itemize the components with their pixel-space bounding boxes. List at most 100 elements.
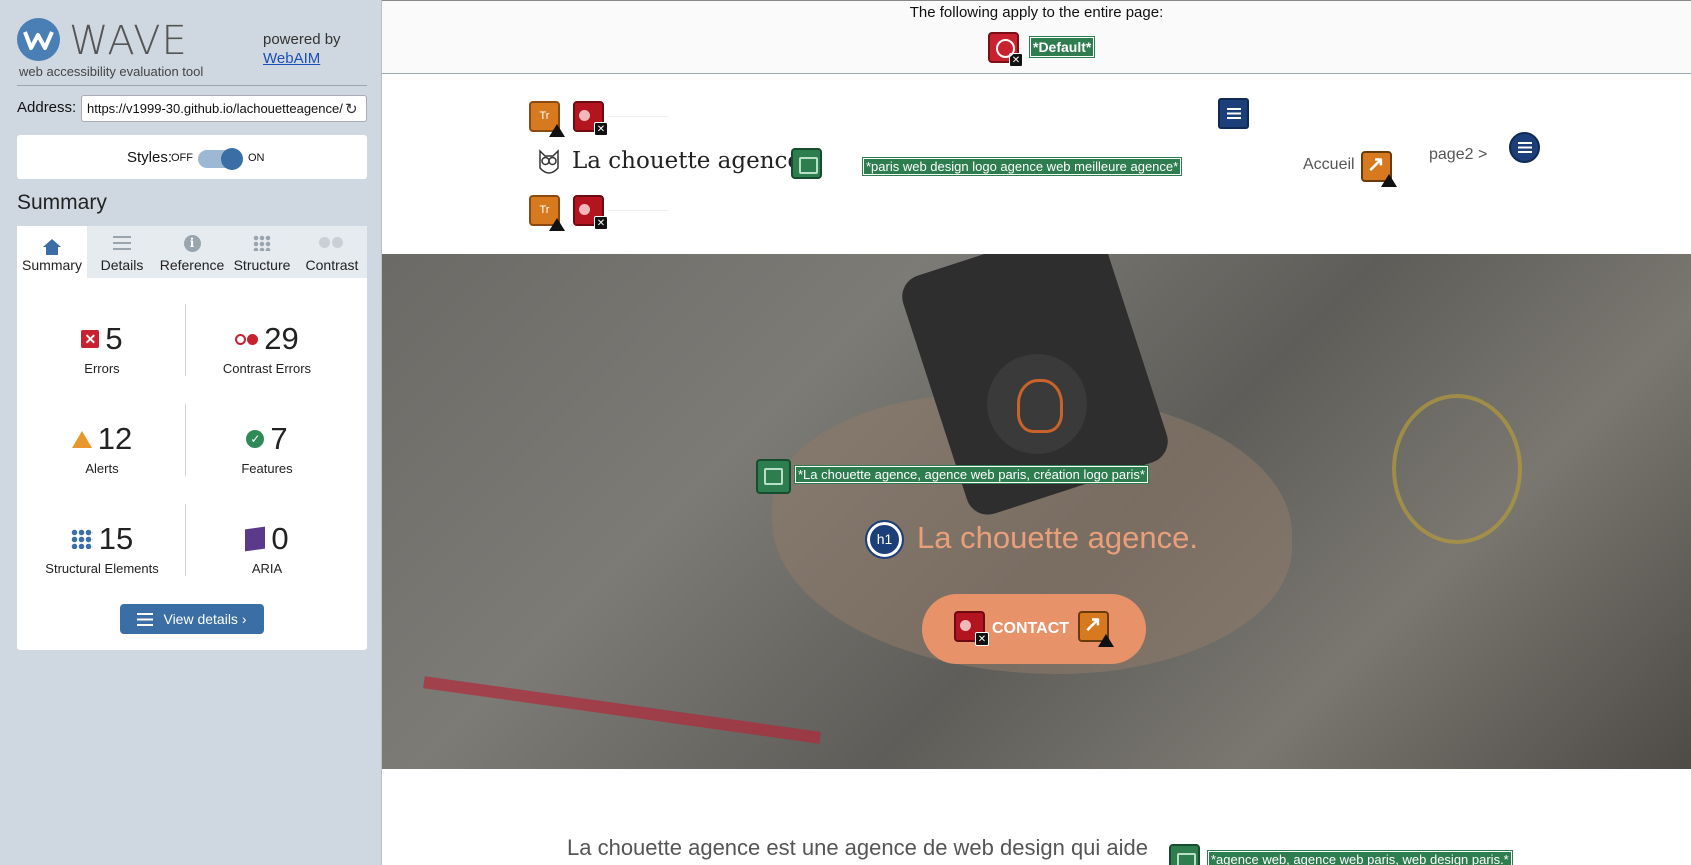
error-x-icon: ✕ bbox=[975, 632, 989, 646]
error-x-icon: ✕ bbox=[594, 122, 608, 136]
error-x-icon: ✕ bbox=[594, 216, 608, 230]
features-count: 7 bbox=[270, 421, 288, 456]
error-icon: ✕ bbox=[81, 330, 100, 348]
linked-image-feature-icon[interactable] bbox=[791, 148, 822, 179]
nav-home-link[interactable]: Accueil bbox=[1303, 156, 1355, 174]
structure-icon bbox=[70, 529, 93, 549]
alert-icon bbox=[71, 430, 92, 448]
tab-details[interactable]: Details bbox=[87, 226, 157, 278]
address-label: Address: bbox=[17, 99, 77, 116]
image-feature-icon[interactable] bbox=[1169, 844, 1200, 865]
stat-contrast: 29 Contrast Errors bbox=[182, 321, 352, 376]
tab-contrast[interactable]: Contrast bbox=[297, 226, 367, 278]
home-icon bbox=[43, 239, 61, 255]
contrast-error-icon[interactable]: ✕ bbox=[573, 101, 608, 136]
stat-features: ✓ 7 Features bbox=[182, 421, 352, 476]
styles-label: Styles: bbox=[127, 149, 173, 166]
evaluated-page: The following apply to the entire page: … bbox=[382, 0, 1691, 865]
tab-label: Structure bbox=[233, 257, 291, 273]
navigation-structure-icon[interactable] bbox=[1218, 98, 1249, 129]
contrast-error-icon bbox=[235, 333, 259, 345]
error-x-icon: ✕ bbox=[1009, 53, 1023, 67]
info-icon: i bbox=[183, 234, 201, 252]
list-structure-icon[interactable] bbox=[1509, 132, 1540, 163]
body-alt-text: *agence web, agence web paris, web desig… bbox=[1207, 850, 1513, 865]
contrast-error-icon[interactable]: ✕ bbox=[573, 195, 608, 230]
warning-icon bbox=[549, 218, 565, 231]
intro-paragraph: La chouette agence est une agence de web… bbox=[567, 835, 1149, 860]
styles-toggle[interactable] bbox=[198, 148, 243, 170]
summary-panel: Summary Details i Reference Structure Co… bbox=[17, 226, 367, 650]
contrast-error-icon[interactable]: ✕ bbox=[954, 611, 989, 646]
view-details-button[interactable]: View details › bbox=[120, 604, 264, 634]
tab-label: Summary bbox=[22, 257, 82, 273]
aria-icon bbox=[245, 526, 266, 552]
wave-sidebar: WAVE web accessibility evaluation tool p… bbox=[0, 0, 382, 865]
tab-label: Reference bbox=[159, 257, 225, 273]
brand-tagline: web accessibility evaluation tool bbox=[19, 64, 204, 79]
hero-pencil bbox=[423, 676, 821, 744]
warning-icon bbox=[1381, 174, 1397, 187]
nav-page2-link[interactable]: page2 > bbox=[1429, 146, 1487, 164]
contrast-label: Contrast Errors bbox=[222, 361, 312, 376]
stat-structure: 15 Structural Elements bbox=[17, 521, 187, 576]
warning-icon bbox=[1098, 634, 1114, 647]
alerts-label: Alerts bbox=[85, 461, 119, 476]
wave-brand: WAVE web accessibility evaluation tool p… bbox=[17, 16, 367, 86]
styles-off-label: OFF bbox=[171, 152, 193, 164]
list-icon bbox=[137, 612, 154, 626]
hero-alt-text: *La chouette agence, agence web paris, c… bbox=[794, 465, 1149, 484]
h1-structure-badge[interactable]: h1 bbox=[865, 520, 904, 559]
feature-check-icon: ✓ bbox=[246, 430, 265, 448]
link-alert-icon[interactable] bbox=[1361, 151, 1397, 187]
list-icon bbox=[113, 236, 131, 250]
tab-reference[interactable]: i Reference bbox=[157, 226, 227, 278]
brand-name: WAVE bbox=[69, 18, 188, 64]
styles-on-label: ON bbox=[248, 152, 265, 164]
styles-toggle-box: Styles: OFF ON bbox=[17, 135, 367, 179]
powered-by: powered by WebAIM bbox=[263, 30, 341, 68]
panel-tabs: Summary Details i Reference Structure Co… bbox=[17, 226, 367, 278]
tab-structure[interactable]: Structure bbox=[227, 226, 297, 278]
features-label: Features bbox=[241, 461, 293, 476]
errors-label: Errors bbox=[84, 361, 120, 376]
logo-alt-text: *paris web design logo agence web meille… bbox=[861, 157, 1183, 176]
reload-icon[interactable]: ↻ bbox=[345, 100, 358, 118]
view-details-label: View details › bbox=[163, 611, 247, 627]
alerts-count: 12 bbox=[97, 421, 133, 456]
stat-aria: 0 ARIA bbox=[182, 521, 352, 576]
structure-count: 15 bbox=[98, 521, 134, 556]
contact-button[interactable]: ✕ CONTACT bbox=[922, 594, 1146, 664]
language-error-icon[interactable]: ✕ bbox=[988, 32, 1023, 67]
contrast-icon bbox=[319, 237, 345, 249]
aria-label: ARIA bbox=[251, 561, 283, 576]
hero-sketch-circle bbox=[1392, 394, 1522, 544]
hero-title: La chouette agence. bbox=[917, 520, 1198, 555]
summary-heading: Summary bbox=[17, 191, 107, 214]
structure-icon bbox=[253, 235, 271, 251]
default-language-label: *Default* bbox=[1028, 36, 1096, 58]
tab-label: Details bbox=[100, 257, 144, 273]
tab-summary[interactable]: Summary bbox=[17, 226, 87, 278]
tab-label: Contrast bbox=[305, 257, 359, 273]
contrast-count: 29 bbox=[264, 321, 299, 356]
divider bbox=[608, 116, 668, 117]
hero-banner: *La chouette agence, agence web paris, c… bbox=[382, 254, 1691, 769]
structure-label: Structural Elements bbox=[45, 561, 159, 576]
stat-errors: ✕ 5 Errors bbox=[17, 321, 187, 376]
owl-logo-icon bbox=[539, 149, 559, 174]
site-logo-text[interactable]: La chouette agence bbox=[572, 148, 801, 174]
page-notice-bar: The following apply to the entire page: … bbox=[382, 0, 1691, 74]
hero-owl-logo bbox=[987, 354, 1087, 454]
page-notice-text: The following apply to the entire page: bbox=[909, 4, 1164, 21]
warning-icon bbox=[549, 124, 565, 137]
brand-divider bbox=[17, 85, 367, 86]
aria-count: 0 bbox=[271, 521, 289, 556]
text-alert-icon[interactable]: Tr bbox=[529, 195, 565, 231]
image-feature-icon[interactable] bbox=[756, 459, 791, 494]
webaim-link[interactable]: WebAIM bbox=[263, 49, 341, 68]
address-input[interactable]: https://v1999-30.github.io/lachouetteage… bbox=[81, 95, 367, 122]
toggle-knob bbox=[221, 148, 243, 170]
text-alert-icon[interactable]: Tr bbox=[529, 101, 565, 137]
link-alert-icon[interactable] bbox=[1078, 611, 1114, 647]
